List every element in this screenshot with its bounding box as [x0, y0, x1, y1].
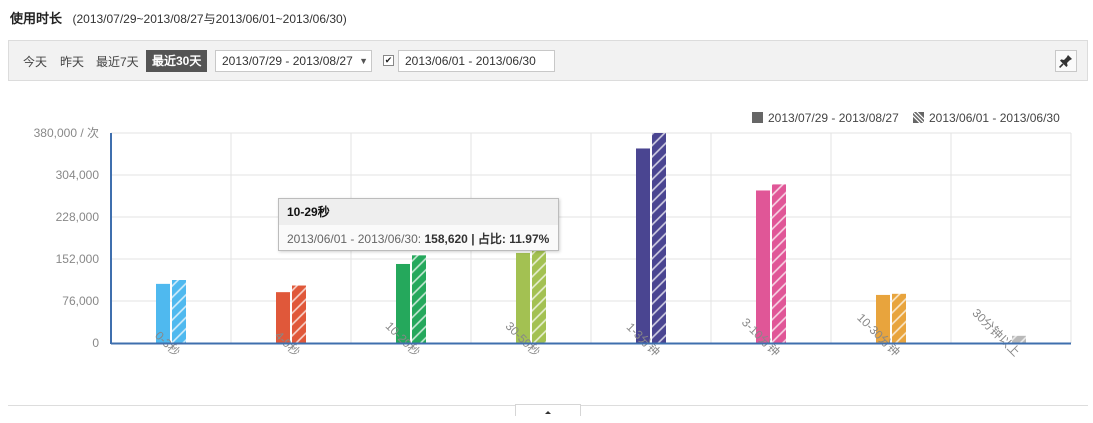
- tooltip-body: 2013/06/01 - 2013/06/30: 158,620 | 占比: 1…: [279, 225, 558, 247]
- grid-layer: [110, 132, 1072, 343]
- bar-compare-2[interactable]: [412, 255, 426, 343]
- bar-compare-6[interactable]: [892, 293, 906, 343]
- tooltip-series-label: 2013/06/01 - 2013/06/30:: [287, 232, 422, 246]
- bar-current-5[interactable]: [756, 190, 770, 343]
- collapse-toggle[interactable]: [515, 404, 581, 416]
- bar-current-4[interactable]: [636, 148, 650, 343]
- y-tick-label: 0: [92, 336, 99, 350]
- tooltip-share-label: | 占比:: [471, 232, 506, 246]
- y-tick-label: 76,000: [62, 294, 99, 308]
- tooltip-title: 10-29秒: [279, 199, 558, 225]
- chart-tooltip: 10-29秒 2013/06/01 - 2013/06/30: 158,620 …: [278, 198, 559, 251]
- y-tick-label: 304,000: [56, 168, 100, 182]
- x-tick-label: 30分钟以上: [969, 305, 1023, 359]
- bar-compare-1[interactable]: [292, 285, 306, 343]
- bar-compare-3[interactable]: [532, 247, 546, 343]
- tooltip-share-value: 11.97%: [509, 232, 550, 246]
- bar-compare-5[interactable]: [772, 184, 786, 343]
- y-tick-label: 152,000: [56, 252, 100, 266]
- bar-compare-4[interactable]: [652, 133, 666, 343]
- y-tick-label: 228,000: [56, 210, 100, 224]
- tooltip-value: 158,620: [424, 232, 468, 246]
- bar-compare-0[interactable]: [172, 280, 186, 343]
- y-tick-label: 380,000 / 次: [34, 126, 99, 140]
- chevron-up-icon: [545, 411, 551, 414]
